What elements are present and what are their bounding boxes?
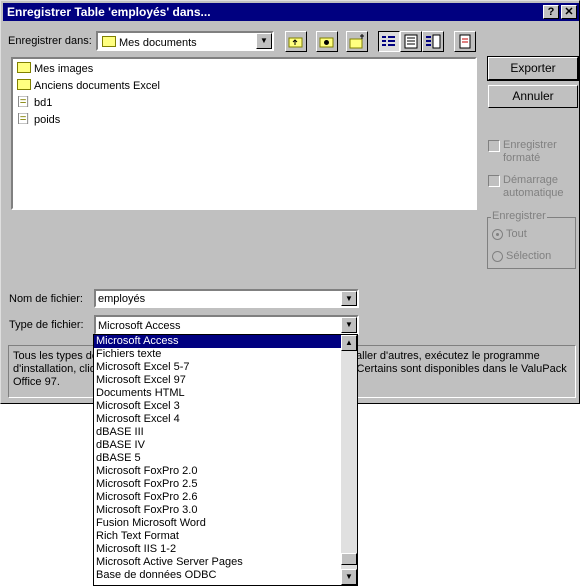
dropdown-option[interactable]: Microsoft Excel 3 — [94, 400, 357, 413]
autostart-label: Démarrage automatique — [503, 174, 564, 199]
database-file-icon — [18, 96, 29, 107]
save-range-title: Enregistrer — [491, 210, 547, 222]
dropdown-option[interactable]: Fusion Microsoft Word — [94, 517, 357, 530]
file-list[interactable]: Mes images Anciens documents Excel bd1 p… — [11, 57, 477, 210]
filename-label: Nom de fichier: — [9, 293, 83, 305]
dropdown-option[interactable]: Microsoft Excel 97 — [94, 374, 357, 387]
list-item[interactable]: bd1 — [17, 95, 52, 111]
new-folder-button[interactable] — [346, 31, 368, 52]
dropdown-option[interactable]: Microsoft IIS 1-2 — [94, 543, 357, 556]
cancel-button[interactable]: Annuler — [488, 85, 578, 108]
commands-icon — [459, 34, 471, 49]
save-in-value: Mes documents — [119, 37, 197, 49]
list-view-icon — [382, 36, 395, 46]
filetype-select[interactable]: Microsoft Access ▼ — [94, 315, 359, 335]
scroll-thumb[interactable] — [341, 553, 357, 565]
folder-icon — [17, 79, 31, 90]
favorites-button[interactable] — [316, 31, 338, 52]
dropdown-option[interactable]: Rich Text Format — [94, 530, 357, 543]
window-title: Enregistrer Table 'employés' dans... — [7, 5, 211, 19]
chevron-down-icon[interactable]: ▼ — [341, 291, 357, 306]
dropdown-option[interactable]: Microsoft FoxPro 3.0 — [94, 504, 357, 517]
filetype-dropdown-list[interactable]: Microsoft Access Fichiers texte Microsoft … — [93, 334, 358, 586]
list-item[interactable]: Mes images — [17, 61, 93, 77]
save-in-label: Enregistrer dans: — [8, 35, 92, 47]
up-folder-button[interactable] — [285, 31, 307, 52]
details-view-icon — [404, 34, 418, 49]
list-item[interactable]: poids — [17, 112, 60, 128]
new-folder-icon — [349, 34, 364, 49]
close-button[interactable]: ✕ — [561, 5, 577, 19]
dropdown-option[interactable]: dBASE III — [94, 426, 357, 439]
list-item[interactable]: Anciens documents Excel — [17, 78, 160, 94]
up-folder-icon — [288, 37, 303, 48]
radio-selection[interactable] — [492, 251, 503, 262]
dropdown-option[interactable]: dBASE 5 — [94, 452, 357, 465]
properties-view-button[interactable] — [422, 31, 444, 52]
radio-selection-label: Sélection — [506, 250, 552, 262]
chevron-down-icon[interactable]: ▼ — [256, 33, 272, 49]
chevron-down-icon[interactable]: ▼ — [341, 317, 357, 333]
dropdown-option[interactable]: Microsoft FoxPro 2.0 — [94, 465, 357, 478]
dropdown-option[interactable]: Microsoft Excel 4 — [94, 413, 357, 426]
list-view-button[interactable] — [378, 31, 400, 52]
filetype-value: Microsoft Access — [98, 320, 181, 332]
dropdown-option[interactable]: Microsoft Access — [94, 335, 357, 348]
details-view-button[interactable] — [400, 31, 422, 52]
properties-view-icon — [426, 34, 441, 49]
scroll-down-icon[interactable]: ▼ — [341, 569, 357, 585]
help-button[interactable]: ? — [543, 5, 559, 19]
dropdown-option[interactable]: Documents HTML — [94, 387, 357, 400]
folder-icon — [17, 62, 31, 73]
autostart-checkbox[interactable] — [488, 175, 500, 187]
dropdown-option[interactable]: Microsoft Excel 5-7 — [94, 361, 357, 374]
database-file-icon — [18, 113, 29, 124]
save-in-combo[interactable]: Mes documents ▼ — [96, 31, 274, 51]
dropdown-option[interactable]: Fichiers texte — [94, 348, 357, 361]
dropdown-option[interactable]: Microsoft FoxPro 2.5 — [94, 478, 357, 491]
filetype-label: Type de fichier: — [9, 319, 84, 331]
export-button[interactable]: Exporter — [487, 56, 579, 81]
dropdown-items: Microsoft Access Fichiers texte Microsoft … — [94, 335, 357, 582]
radio-all-label: Tout — [506, 228, 527, 240]
scroll-up-icon[interactable]: ▲ — [341, 335, 357, 351]
save-formatted-checkbox[interactable] — [488, 140, 500, 152]
title-bar[interactable]: Enregistrer Table 'employés' dans... ? ✕ — [3, 3, 579, 21]
folder-icon — [102, 36, 116, 47]
dropdown-option[interactable]: Microsoft FoxPro 2.6 — [94, 491, 357, 504]
dropdown-option[interactable]: dBASE IV — [94, 439, 357, 452]
commands-button[interactable] — [454, 31, 476, 52]
filename-value: employés — [98, 293, 146, 305]
radio-all[interactable] — [492, 229, 503, 240]
dropdown-option[interactable]: Microsoft Active Server Pages — [94, 556, 357, 569]
dropdown-scrollbar[interactable]: ▲ ▼ — [341, 335, 357, 585]
filename-input[interactable]: employés ▼ — [94, 289, 359, 308]
save-formatted-label: Enregistrer formaté — [503, 139, 557, 164]
dropdown-option[interactable]: Base de données ODBC — [94, 569, 357, 582]
favorites-icon — [319, 37, 334, 48]
